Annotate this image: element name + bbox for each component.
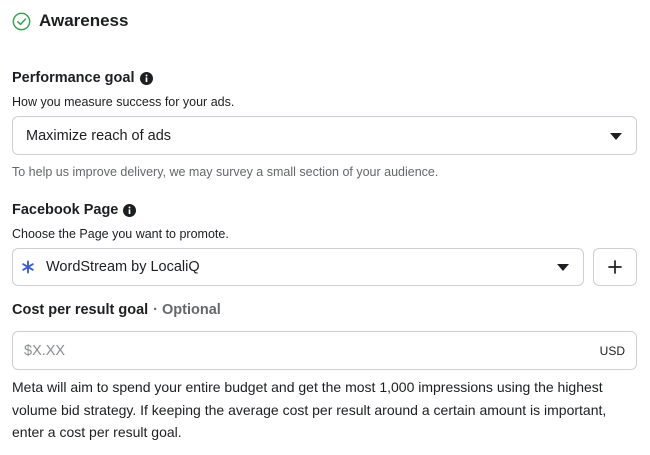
facebook-page-label: Facebook Page [12, 202, 119, 218]
add-page-button[interactable] [593, 248, 637, 286]
performance-goal-label-row: Performance goal [12, 70, 153, 86]
plus-icon [608, 260, 622, 274]
performance-goal-select[interactable]: Maximize reach of ads [12, 116, 637, 155]
section-title: Awareness [39, 11, 129, 30]
facebook-page-label-row: Facebook Page [12, 202, 137, 218]
cost-goal-label: Cost per result goal [12, 302, 149, 318]
circle-check-icon [12, 12, 31, 30]
performance-goal-note: To help us improve delivery, we may surv… [12, 165, 439, 179]
caret-down-icon [557, 264, 569, 271]
asterisk-icon [22, 260, 34, 274]
info-icon[interactable] [139, 71, 153, 85]
performance-goal-value: Maximize reach of ads [26, 127, 172, 144]
facebook-page-helper: Choose the Page you want to promote. [12, 227, 229, 241]
caret-down-icon [610, 132, 622, 140]
cost-goal-description: Meta will aim to spend your entire budge… [12, 379, 607, 440]
cost-goal-label-row: Cost per result goal · Optional [12, 302, 221, 318]
performance-goal-label: Performance goal [12, 70, 135, 86]
facebook-page-value: WordStream by LocaliQ [46, 259, 200, 275]
facebook-page-select[interactable]: WordStream by LocaliQ [12, 248, 584, 286]
performance-goal-helper: How you measure success for your ads. [12, 95, 235, 109]
optional-tag: · Optional [153, 302, 221, 318]
info-icon[interactable] [123, 203, 137, 217]
cost-per-result-field[interactable]: USD [12, 331, 637, 370]
section-header: Awareness [12, 10, 128, 32]
cost-per-result-input[interactable] [24, 332, 584, 369]
currency-label: USD [599, 344, 625, 358]
